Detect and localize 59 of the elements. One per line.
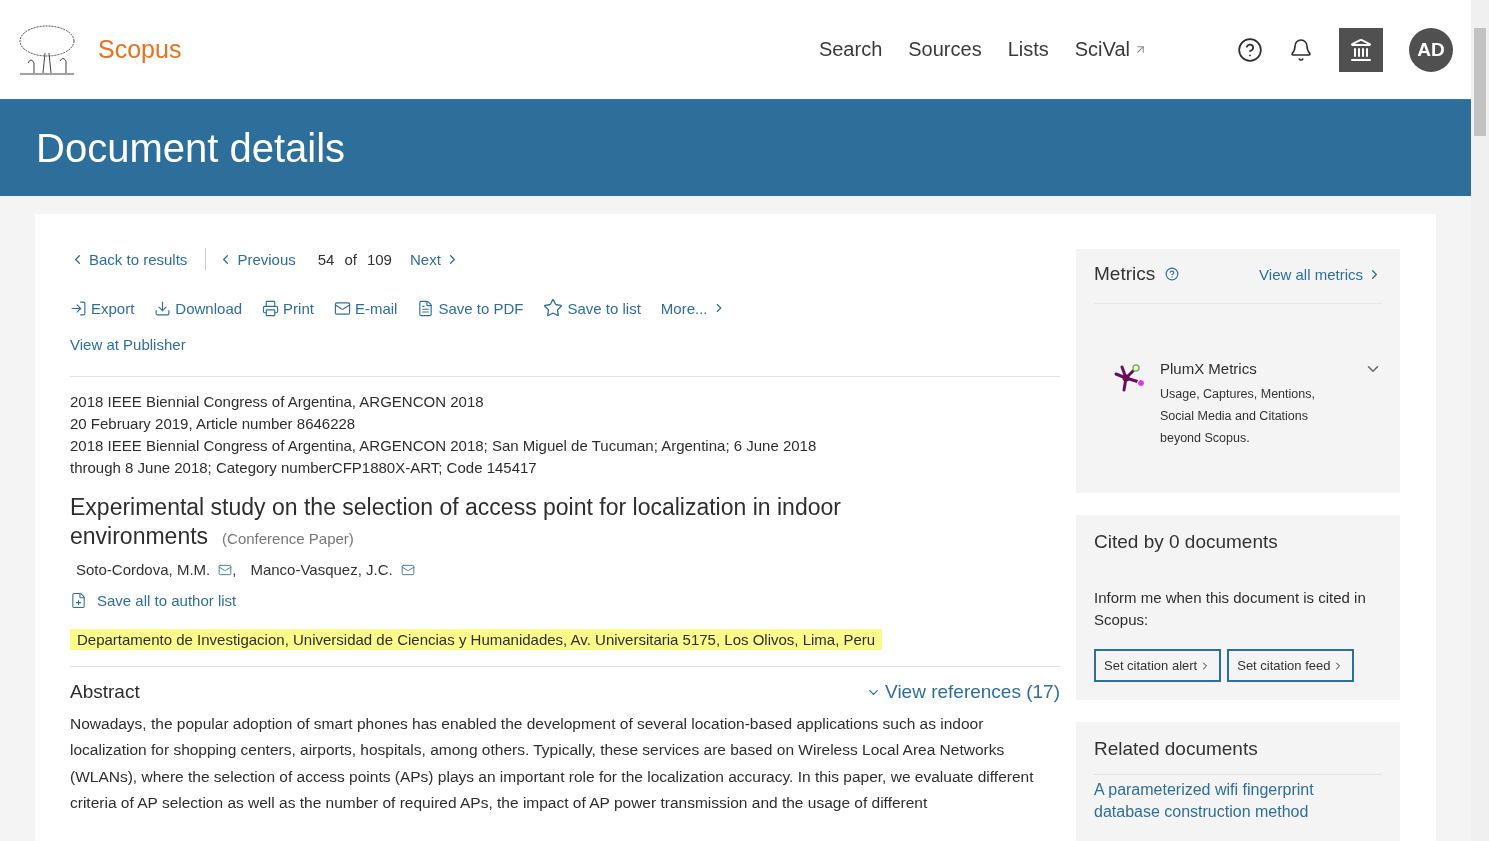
result-position: 54 — [317, 250, 335, 268]
author-name[interactable]: Manco-Vasquez, J.C. — [250, 561, 393, 578]
view-references-link[interactable]: View references (17) — [866, 681, 1060, 703]
citation-button[interactable]: Set citation alert — [1094, 649, 1222, 682]
page-title: Document details — [36, 125, 346, 171]
separator-text: , — [232, 561, 237, 578]
nav-link[interactable]: Lists — [1007, 38, 1049, 61]
source-info-text: 20 February 2019, Article number 8646228 — [70, 414, 357, 434]
previous-link[interactable]: Previous — [218, 250, 296, 268]
citation-alert-text: Inform me when this document is cited in Scopus: — [1094, 588, 1367, 630]
metrics-heading: Metrics — [1094, 263, 1156, 285]
of-label: of — [344, 250, 357, 268]
save-authors-link[interactable]: Save all to author list — [70, 592, 237, 609]
user-avatar[interactable]: AD — [1409, 27, 1453, 72]
brand-name[interactable]: Scopus — [98, 35, 182, 64]
related-heading: Related documents — [1094, 738, 1259, 760]
action-link[interactable]: Save to PDF — [417, 298, 524, 318]
source-info-text: 2018 IEEE Biennial Congress of Argentina, ARGENCON 2018; San Miguel de Tucuman; Argentina; 6 June 2018 through 8 June 2018; Category numberCFP1880X-ART; Code 145417 — [70, 436, 818, 478]
publisher-link[interactable]: View at Publisher — [70, 336, 186, 353]
view-metrics-link[interactable]: View all metrics — [1259, 265, 1382, 283]
nav-link[interactable]: SciVal — [1074, 38, 1147, 61]
action-link[interactable]: Print — [262, 298, 314, 318]
download-icon — [154, 299, 172, 317]
abstract-text: Nowadays, the popular adoption of smart phones has enabled the development of several location-based applications such as indoor localization for shopping centers, airports, hospitals, among others. Typically, these services are based on Wireless Local Area Networks (WLANs), where the selection of access points (APs) plays an important role for the localization accuracy. In this paper, we evaluate different criteria of AP selection as well as the number of required APs, the impact of AP power transmission and the usage of different — [70, 714, 1035, 813]
action-link[interactable]: Download — [154, 298, 243, 318]
related-document-link[interactable]: A parameterized wifi fingerprint database construction method — [1094, 779, 1382, 823]
institution-icon — [1349, 37, 1373, 62]
plumx-title[interactable]: PlumX Metrics — [1160, 360, 1352, 377]
export-icon — [70, 299, 87, 317]
document-title: Experimental study on the selection of access point for localization in indoor environments (Conference Paper) — [70, 493, 842, 551]
envelope-icon — [333, 299, 351, 317]
back-link[interactable]: Back to results — [70, 250, 188, 268]
abstract-heading: Abstract — [70, 681, 140, 703]
help-icon[interactable] — [1237, 36, 1263, 63]
envelope-icon[interactable] — [400, 562, 415, 577]
add-document-icon — [70, 592, 87, 609]
more-link[interactable]: More... — [660, 298, 726, 318]
scrollbar-thumb[interactable] — [1474, 28, 1486, 136]
author-name[interactable]: Soto-Cordova, M.M. — [76, 561, 211, 578]
bell-icon[interactable] — [1289, 37, 1313, 62]
tree-logo-icon — [16, 22, 78, 77]
printer-icon — [262, 299, 280, 317]
affiliation-text: Departamento de Investigacion, Universidad de Ciencias y Humanidades, Av. Universitaria 5175, Los Olivos, Lima, Peru — [70, 629, 883, 650]
envelope-icon[interactable] — [218, 562, 233, 577]
result-total: 109 — [366, 250, 392, 268]
action-link[interactable]: Export — [70, 298, 135, 318]
citation-button[interactable]: Set citation feed — [1227, 649, 1355, 682]
institution-button[interactable] — [1339, 27, 1383, 72]
star-icon — [543, 298, 564, 318]
action-link[interactable]: Save to list — [543, 298, 641, 318]
plumx-description: Usage, Captures, Mentions, Social Media and Citations beyond Scopus. — [1160, 386, 1316, 447]
document-icon — [417, 299, 435, 317]
nav-link[interactable]: Search — [818, 38, 883, 61]
nav-link[interactable]: Sources — [908, 38, 982, 61]
source-info-text: 2018 IEEE Biennial Congress of Argentina, ARGENCON 2018 — [70, 392, 485, 412]
next-link[interactable]: Next — [409, 250, 460, 268]
cited-by-heading: Cited by 0 documents — [1094, 531, 1279, 553]
action-link[interactable]: E-mail — [333, 298, 398, 318]
external-link-icon — [1134, 43, 1147, 56]
